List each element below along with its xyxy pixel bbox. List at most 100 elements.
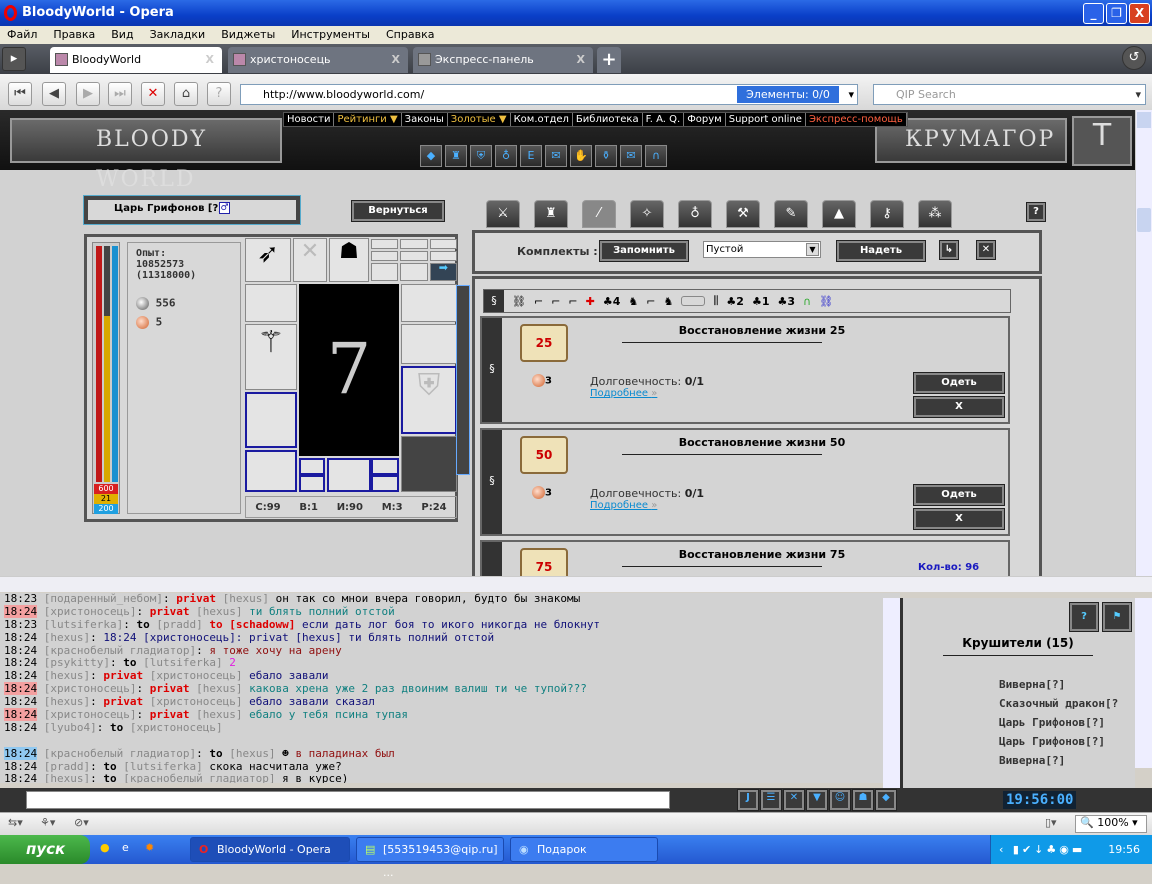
chat-username[interactable]: [христоносець] [37,605,137,618]
item-scroll-icon[interactable]: 50 [520,436,568,474]
small-slot[interactable] [400,239,428,249]
chevron-down-icon[interactable]: ▼ [806,243,819,256]
minimize-button[interactable]: _ [1083,3,1104,24]
tab-speed-dial[interactable]: Экспресс-панель X [413,47,593,73]
gloves-slot[interactable] [401,324,457,364]
search-input[interactable]: QIP Search ▾ [873,84,1146,105]
task-opera[interactable]: O BloodyWorld - Opera [190,837,350,862]
clan-list-scrollbar[interactable] [1135,598,1152,768]
chat-time[interactable]: 18:24 [4,631,37,644]
chat-username[interactable]: [lutsiferka] [117,760,202,773]
chat-username[interactable]: [lutsiferka] [37,618,123,631]
chat-username[interactable]: [hexus] [216,593,269,605]
chat-username[interactable]: [hexus] [37,772,90,783]
filter-cross-icon[interactable]: ✚ [586,295,595,308]
tab-close-button[interactable]: X [206,47,214,73]
chat-tool-icon[interactable]: J [737,789,759,811]
sync-icon[interactable]: ⇆▾ [8,816,23,829]
menu-view[interactable]: Вид [104,26,142,44]
menu-bookmarks[interactable]: Закладки [143,26,215,44]
filter-icon[interactable]: ♣3 [777,295,795,308]
clan-member[interactable]: Царь Грифонов[?] [999,716,1105,729]
chat-time[interactable]: 18:23 [4,593,37,605]
chat-username[interactable]: [краснобелый гладиатор] [37,747,196,760]
chat-tool-icon[interactable]: ☰ [760,789,782,811]
nav-link[interactable]: Библиотека [573,113,643,126]
clan-member[interactable]: Сказочный дракон[? [999,697,1118,710]
chat-username[interactable]: [христоносець] [37,708,137,721]
letter-icon[interactable]: ✉ [620,145,642,167]
chat-help-icon[interactable]: ? [1069,602,1099,632]
chat-username[interactable]: [lyubo4] [37,721,97,734]
small-slot[interactable] [371,251,399,261]
crossbow-slot[interactable]: ➶ [245,238,291,282]
filter-all-tag[interactable]: § [484,290,504,312]
small-slot[interactable] [429,251,457,261]
tab-misc[interactable]: ⁂ [918,200,952,228]
filter-gate-icon[interactable]: ∩ [803,295,811,308]
small-slot[interactable] [371,239,399,249]
chat-username[interactable]: [hexus] [189,605,242,618]
helmet-slot[interactable]: ☗ [329,238,369,282]
weapon-slot[interactable]: ⚚ [245,324,297,390]
quicklaunch-icon[interactable]: ● [100,841,110,854]
chat-input[interactable] [26,791,670,809]
gate-icon[interactable]: ∩ [645,145,667,167]
chat-time[interactable]: 18:24 [4,708,38,722]
arrows-slot[interactable]: ✕ [293,238,327,282]
filter-icon[interactable]: ⛓ [512,295,526,308]
chat-username[interactable]: [hexus] [189,682,242,695]
chat-username[interactable]: [христоносець] [143,669,243,682]
chat-username[interactable]: [hexus] [223,747,275,760]
game-logo[interactable]: BLOODY WORLD [10,118,282,192]
chat-username[interactable]: [hexus] [189,708,242,721]
small-slot[interactable] [371,458,399,475]
start-button[interactable]: пуск [0,835,90,864]
dropdown-arrow-icon[interactable]: ▾ [848,85,854,104]
details-link[interactable]: Подробнее » [590,500,657,511]
chat-username[interactable]: [христоносець] [123,721,223,734]
clear-icon[interactable]: ✕ [783,789,805,811]
tab-weapons[interactable]: ⚔ [486,200,520,228]
chat-username[interactable]: [hexus] [37,631,90,644]
small-slot[interactable] [429,239,457,249]
chat-username[interactable]: [краснобелый гладиатор] [117,772,275,783]
chat-username[interactable]: [lutsiferka] [136,656,222,670]
chat-time[interactable]: 18:24 [4,644,37,657]
task-qip[interactable]: ▤ [553519453@qip.ru] ... [356,837,504,879]
character-name[interactable]: Царь Грифонов [?] [114,203,223,214]
wear-item-button[interactable]: Одеть [913,372,1005,394]
filter-icon[interactable]: ⌐ [534,295,543,308]
tab-food[interactable]: ✎ [774,200,808,228]
home-button[interactable]: ⌂ [174,82,198,106]
chat-time[interactable]: 18:24 [4,772,37,783]
zoom-select[interactable]: 🔍 100% ▾ [1075,815,1147,833]
chat-username[interactable]: [христоносець] [143,695,243,708]
page-vertical-scrollbar[interactable] [1135,110,1152,576]
trash-closed-tabs-icon[interactable]: ↺ [1122,46,1146,70]
wear-item-button[interactable]: Одеть [913,484,1005,506]
tab-wands[interactable]: ⁄ [582,200,616,228]
belt-item-slot[interactable] [299,458,325,475]
menu-edit[interactable]: Правка [46,26,104,44]
clan-member[interactable]: Виверна[?] [999,678,1065,691]
rewind-button[interactable]: ⏮ [8,82,32,106]
remember-button[interactable]: Запомнить [599,240,689,262]
arrow-right-icon[interactable]: ➡ [429,262,457,281]
potion-icon[interactable]: ♁ [495,145,517,167]
clan-member[interactable]: Царь Грифонов[?] [999,735,1105,748]
flag-icon[interactable]: ⚑ [1102,602,1132,632]
belt-slot[interactable] [327,458,371,492]
tab-close-button[interactable]: X [577,47,585,73]
dropdown-arrow-icon[interactable]: ▾ [1135,85,1141,104]
chat-username[interactable]: [подаренный_небом] [37,593,163,605]
wear-kit-button[interactable]: Надеть [836,240,926,262]
hand-icon[interactable]: ✋ [570,145,592,167]
shield-icon[interactable]: ⛨ [470,145,492,167]
bag-icon[interactable]: ◆ [420,145,442,167]
nav-link[interactable]: Форум [684,113,726,126]
small-slot[interactable] [400,251,428,261]
close-icon[interactable]: ✕ [976,240,996,260]
nav-link[interactable]: Законы [402,113,448,126]
elements-counter[interactable]: Элементы: 0/0 [737,86,839,103]
